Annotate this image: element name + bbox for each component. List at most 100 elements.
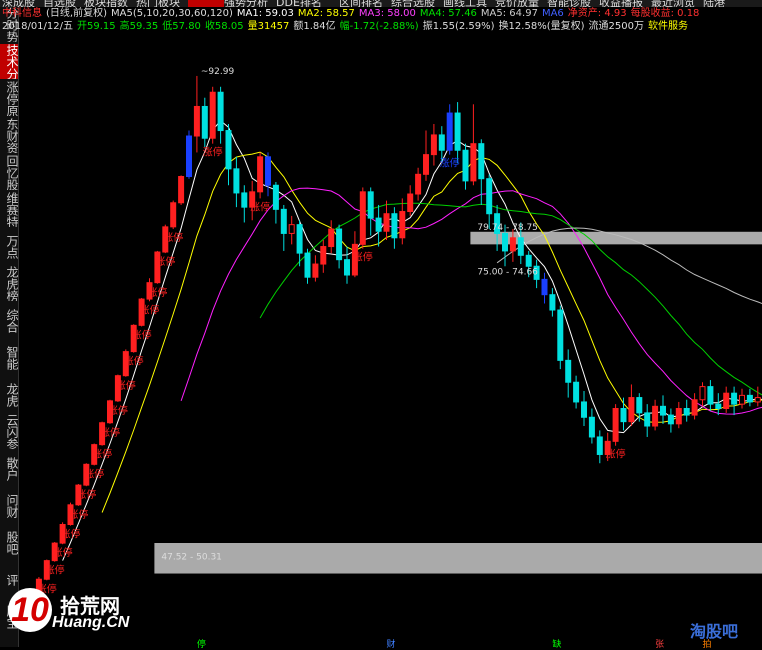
candle-body-50	[423, 154, 429, 175]
limit-up-label-7: 涨停	[76, 488, 96, 501]
menu-tab-3[interactable]: 热门板块	[136, 0, 180, 7]
bottom-mark-1: 财	[386, 640, 396, 650]
menu-tab-8[interactable]: 综合选股	[391, 0, 435, 7]
limit-up-label-12: 涨停	[116, 379, 136, 392]
menu-tab-11[interactable]: 智能诊股	[547, 0, 591, 7]
candle-body-27	[241, 192, 248, 208]
candle-body-80	[660, 405, 666, 416]
price-annotation-0: ~92.99	[201, 67, 235, 77]
ma2-value: MA2: 58.57	[297, 8, 355, 19]
candle-body-46	[391, 213, 398, 239]
candle-body-48	[407, 193, 414, 213]
menu-tab-7[interactable]: 区间排名	[339, 0, 383, 7]
candle-body-38	[328, 228, 335, 248]
sidebar-tab-4[interactable]: 回忆股	[0, 155, 18, 190]
logo-english: Huang.CN	[52, 614, 130, 631]
menu-tab-13[interactable]: 最近浏览	[651, 0, 695, 7]
sidebar-tab-10[interactable]: 龙虎	[0, 377, 18, 412]
menu-tab-14[interactable]: 陆港	[703, 0, 725, 7]
sidebar-tab-5[interactable]: 维赛特	[0, 192, 18, 227]
quote-open: 开59.15	[77, 21, 116, 32]
bottom-mark-3: 张	[655, 640, 665, 650]
limit-up-label-10: 涨停	[100, 426, 120, 439]
limit-up-label-9: 涨停	[92, 448, 112, 461]
stock-name[interactable]: 中科信息	[2, 8, 42, 19]
menu-tab-0[interactable]: 深成股	[2, 0, 35, 7]
candle-body-86	[707, 386, 714, 405]
menu-tab-1[interactable]: 自选股	[43, 0, 76, 7]
candle-body-42	[359, 191, 366, 245]
candle-body-75	[620, 408, 627, 423]
sidebar-tab-8[interactable]: 综合	[0, 303, 18, 338]
quote-line: 2018/01/12/五 开59.15 高59.35 低57.80 收58.05 量314…	[2, 21, 692, 33]
limit-up-label-23: 涨停	[606, 448, 626, 461]
limit-up-label-11: 涨停	[108, 404, 128, 417]
limit-up-label-16: 涨停	[147, 286, 167, 299]
price-zone-0	[154, 543, 762, 574]
menu-tab-10[interactable]: 竞价放量	[495, 0, 539, 7]
ma3-value: MA3: 58.00	[358, 8, 416, 19]
sidebar-tab-7[interactable]: 龙虎榜	[0, 266, 18, 301]
candle-body-57	[478, 143, 485, 180]
price-annotation-2: 79.74 - 78.75	[477, 223, 538, 233]
menu-tab-12[interactable]: 收益播报	[599, 0, 643, 7]
menu-tab-6[interactable]: DDE排名	[276, 0, 322, 7]
quote-sector: 软件服务	[647, 21, 688, 32]
candle-body-22	[201, 105, 208, 139]
candle-body-76	[628, 397, 635, 423]
menu-tab-5[interactable]: 强势分析	[224, 0, 268, 7]
candle-body-30	[265, 156, 271, 186]
candle-body-29	[257, 156, 264, 193]
sidebar-tab-11[interactable]: 云闪参	[0, 414, 18, 449]
indicator-header: 中科信息 (日线,前复权) MA5(5,10,20,30,60,120) MA1: 5…	[2, 8, 703, 20]
candle-body-79	[652, 405, 659, 427]
candle-body-21	[193, 105, 200, 137]
candlestick-chart[interactable]: 涨停涨停涨停涨停涨停涨停涨停涨停涨停涨停涨停涨停涨停涨停涨停涨停涨停涨停涨停涨停…	[19, 33, 762, 637]
top-menu-bar: 深成股 自选股 板块指数 热门板块 强势分析 DDE排名 区间排名 综合选股 画线工具 竞价放量 智…	[0, 0, 762, 7]
quote-volume: 量31457	[247, 21, 290, 32]
candle-body-69	[573, 381, 580, 403]
candle-body-52	[438, 134, 445, 151]
ma5-value: MA5: 64.97	[480, 8, 538, 19]
candle-body-32	[280, 208, 287, 234]
candle-body-47	[399, 211, 406, 239]
sidebar-tab-6[interactable]: 万点	[0, 229, 18, 264]
candle-body-66	[549, 294, 556, 311]
sidebar-tab-9[interactable]: 智能	[0, 340, 18, 375]
quote-high: 高59.35	[119, 21, 159, 32]
quote-amount: 额1.84亿	[293, 21, 336, 32]
quote-change: 幅-1.72(-2.88%)	[339, 21, 419, 32]
candle-body-60	[502, 232, 508, 252]
candle-body-35	[304, 252, 311, 278]
sidebar-tab-13[interactable]: 问财	[0, 488, 18, 523]
candle-body-85	[699, 386, 706, 401]
candle-body-33	[288, 224, 295, 234]
candle-body-92	[754, 397, 761, 403]
menu-tab-2[interactable]: 板块指数	[84, 0, 128, 7]
quote-float: 流通2500万	[588, 21, 644, 32]
candle-body-37	[320, 246, 327, 265]
limit-up-label-19: 涨停	[203, 146, 223, 159]
menu-tab-9[interactable]: 画线工具	[443, 0, 487, 7]
menu-tab-4[interactable]	[188, 0, 224, 7]
sidebar-tab-14[interactable]: 股吧	[0, 525, 18, 560]
sidebar-tab-12[interactable]: 散户	[0, 451, 18, 486]
candle-body-70	[581, 401, 587, 418]
candle-body-43	[367, 191, 374, 219]
candle-body-82	[675, 408, 682, 425]
quote-close: 收58.05	[204, 21, 244, 32]
candle-body-89	[731, 392, 738, 405]
limit-up-label-3: 涨停	[45, 564, 65, 577]
sidebar-tab-3[interactable]: 东财资料	[0, 118, 18, 153]
sidebar-tab-1[interactable]: 技术分析	[0, 44, 18, 79]
ma-params: MA5(5,10,20,30,60,120)	[110, 8, 233, 19]
limit-up-label-22: 涨停	[440, 157, 460, 170]
candle-body-62	[517, 237, 524, 256]
candle-body-49	[415, 173, 422, 195]
quote-low: 低57.80	[162, 21, 201, 32]
limit-up-label-20: 涨停	[250, 200, 270, 213]
candle-body-26	[233, 168, 240, 194]
candle-body-45	[383, 213, 390, 232]
limit-up-label-6: 涨停	[68, 508, 88, 521]
sidebar-tab-2[interactable]: 涨停原因	[0, 81, 18, 116]
